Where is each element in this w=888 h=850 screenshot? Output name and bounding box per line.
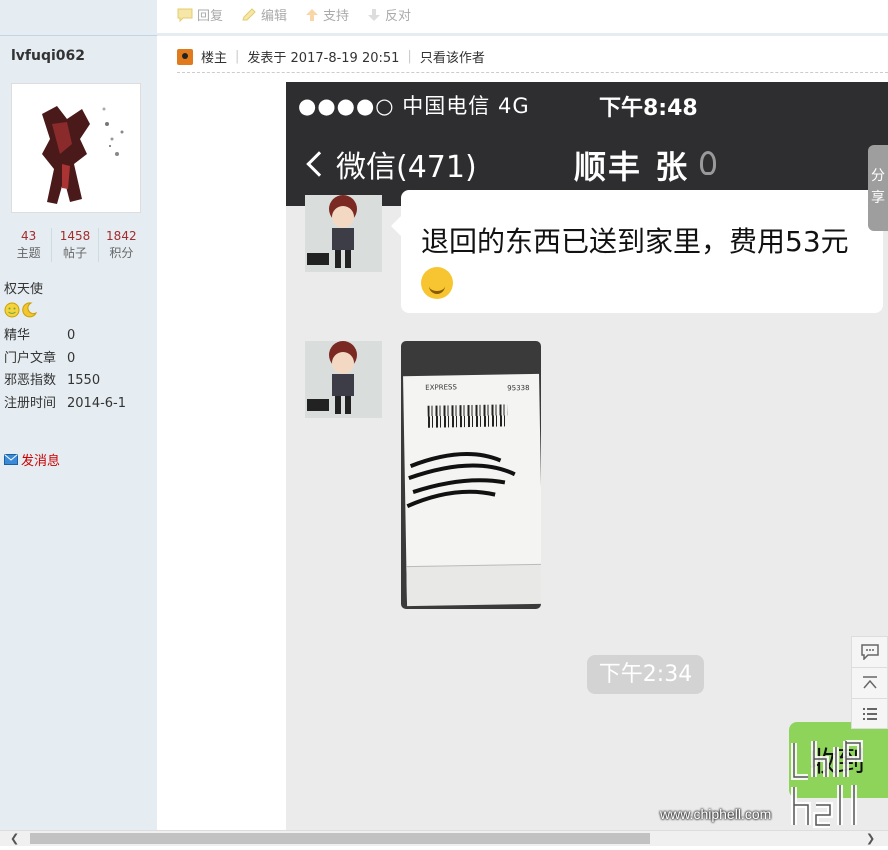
carrier-status: ●●●●○ 中国电信 4G [298, 94, 530, 118]
phone-time: 下午8:48 [599, 96, 698, 121]
chat-title: 顺丰 张 [574, 148, 690, 186]
user-stats: 43 主题 1458 帖子 1842 积分 [6, 228, 144, 262]
separator: | [407, 49, 412, 64]
scroll-right-icon[interactable]: ❯ [866, 832, 875, 845]
reply-label[interactable]: 回复 [197, 5, 223, 24]
waybill-paper: EXPRESS 95338 [403, 373, 541, 607]
chat-screenshot: ●●●●○ 中国电信 4G 下午8:48 微信(471) 顺丰 张 退回的东西已… [286, 82, 888, 830]
edit-button[interactable]: 编辑 [241, 5, 287, 24]
op-label: 楼主 [201, 51, 228, 66]
photo-number: 95338 [507, 383, 530, 393]
username[interactable]: lvfuqi062 [11, 48, 85, 64]
support-button[interactable]: 支持 [305, 5, 349, 24]
phone-header: ●●●●○ 中国电信 4G 下午8:48 微信(471) 顺丰 张 [286, 82, 888, 206]
down-arrow-icon [368, 8, 381, 21]
contact-avatar [305, 341, 382, 418]
post-meta: 楼主 | 发表于 2017-8-19 20:51 | 只看该作者 [177, 47, 485, 66]
user-info-list: 精华 0 门户文章 0 邪恶指数 1550 注册时间 2014-6-1 [4, 325, 126, 415]
photo-brand: EXPRESS [425, 383, 457, 392]
to-top-icon [862, 676, 877, 689]
op-icon [177, 48, 193, 65]
barcode [427, 404, 508, 428]
ear-icon [700, 151, 716, 175]
watermark-url: www.chiphell.com [660, 806, 772, 822]
divider [157, 33, 888, 36]
edit-label[interactable]: 编辑 [261, 5, 287, 24]
post-date: 发表于 2017-8-19 20:51 [247, 51, 400, 66]
separator: | [235, 49, 240, 64]
scrollbar-thumb[interactable] [30, 833, 650, 844]
back-button: 微信(471) [304, 142, 477, 186]
horizontal-scrollbar[interactable]: ❮ ❯ [0, 830, 888, 846]
send-message-link[interactable]: 发消息 [4, 450, 60, 469]
oppose-label[interactable]: 反对 [385, 5, 411, 24]
stat-points-count[interactable]: 1842 [99, 228, 144, 244]
info-value: 0 [67, 328, 76, 343]
list-icon [862, 707, 877, 720]
list-button[interactable] [851, 698, 888, 729]
info-value: 2014-6-1 [67, 395, 127, 411]
reply-icon [177, 8, 193, 22]
floating-toolbar [851, 636, 888, 729]
paper-fold [406, 563, 541, 607]
laughing-emoji-icon [421, 267, 453, 299]
stat-posts-label: 帖子 [62, 246, 87, 260]
info-row-evil-index: 邪恶指数 1550 [4, 370, 126, 393]
info-value: 1550 [67, 373, 101, 388]
envelope-icon [4, 454, 18, 465]
scroll-left-icon[interactable]: ❮ [10, 832, 19, 845]
stat-topics[interactable]: 43 主题 [6, 228, 53, 262]
rank-icons [4, 302, 37, 318]
user-rank: 权天使 [4, 282, 44, 297]
sidebar-top [0, 0, 157, 36]
stat-points[interactable]: 1842 积分 [99, 228, 144, 262]
time-divider: 下午2:34 [587, 655, 704, 694]
info-row-articles: 门户文章 0 [4, 348, 126, 371]
stat-posts-count[interactable]: 1458 [52, 228, 97, 244]
comment-icon [860, 644, 879, 660]
info-row-digest: 精华 0 [4, 325, 126, 348]
info-key: 邪恶指数 [4, 373, 57, 388]
avatar[interactable] [11, 83, 141, 213]
send-message-label[interactable]: 发消息 [21, 450, 60, 469]
sun-icon [4, 302, 20, 318]
stat-posts[interactable]: 1458 帖子 [52, 228, 99, 262]
share-tab[interactable]: 分享 [868, 145, 888, 231]
message-bubble: 退回的东西已送到家里，费用53元 [391, 190, 883, 313]
up-arrow-icon [306, 8, 319, 21]
stat-points-label: 积分 [109, 246, 134, 260]
stat-topics-label: 主题 [16, 246, 41, 260]
reply-button[interactable]: 回复 [177, 5, 223, 24]
info-key: 精华 [4, 328, 31, 343]
message-text: 退回的东西已送到家里，费用53元 [421, 225, 849, 258]
info-key: 门户文章 [4, 350, 57, 366]
only-author-link[interactable]: 只看该作者 [420, 47, 485, 66]
comment-button[interactable] [851, 636, 888, 667]
stat-topics-count[interactable]: 43 [6, 228, 51, 244]
back-to-top-button[interactable] [851, 667, 888, 698]
edit-icon [242, 7, 256, 20]
post-actions: 回复 编辑 支持 反对 [177, 5, 411, 24]
support-label[interactable]: 支持 [323, 5, 349, 24]
moon-icon [22, 302, 37, 318]
back-label: 微信(471) [336, 150, 477, 185]
info-value: 0 [67, 350, 76, 366]
waybill-photo: EXPRESS 95338 [401, 341, 541, 609]
info-row-register-date: 注册时间 2014-6-1 [4, 393, 126, 416]
info-key: 注册时间 [4, 395, 57, 411]
oppose-button[interactable]: 反对 [367, 5, 411, 24]
meta-divider [177, 72, 888, 73]
chiphell-logo-watermark [790, 737, 870, 828]
scribble-redaction [406, 452, 516, 508]
contact-avatar [305, 195, 382, 272]
chevron-left-icon [306, 151, 332, 177]
